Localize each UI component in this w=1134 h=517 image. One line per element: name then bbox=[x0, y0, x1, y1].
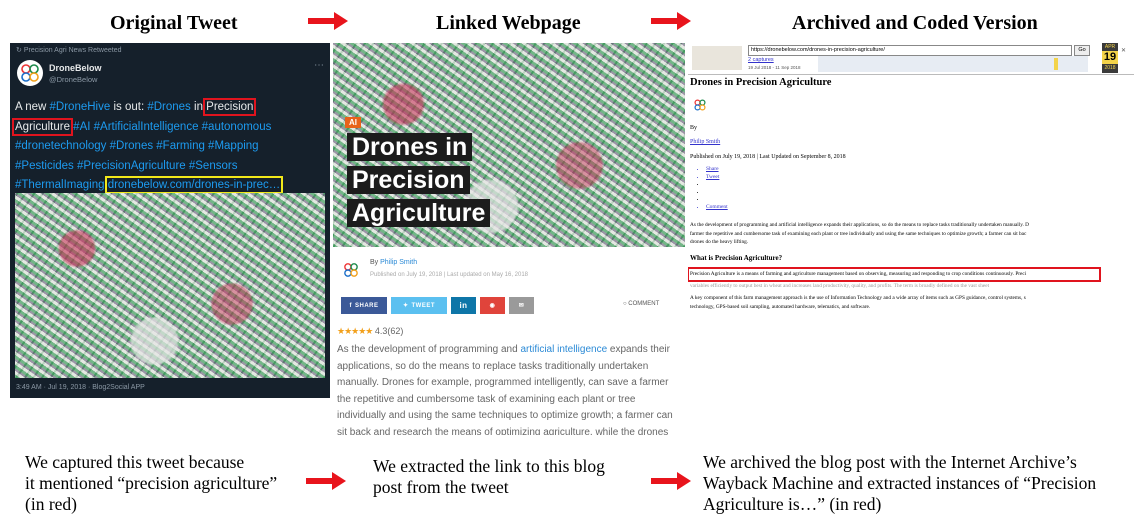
handle[interactable]: @DroneBelow bbox=[49, 75, 97, 84]
arrow-right-icon bbox=[651, 472, 691, 490]
header-linked-webpage: Linked Webpage bbox=[436, 12, 581, 34]
article-link[interactable]: dronebelow.com/drones-in-prec… bbox=[104, 176, 284, 194]
capture-dates: 19 Jul 2018 - 11 Sep 2018 bbox=[748, 65, 801, 70]
pinterest-share-button[interactable]: ◉ bbox=[480, 297, 505, 314]
ai-link[interactable]: artificial intelligence bbox=[520, 344, 607, 355]
hashtag-link[interactable]: #DroneHive bbox=[50, 101, 111, 113]
archive-subheading: What is Precision Agriculture? bbox=[690, 254, 783, 262]
capture-timeline[interactable] bbox=[818, 56, 1088, 72]
hashtag-link[interactable]: #AI #ArtificialIntelligence #autonomous bbox=[73, 121, 271, 133]
linkedin-icon: in bbox=[459, 301, 468, 310]
byline: By Philip Smith bbox=[370, 259, 418, 266]
twitter-share-button[interactable]: ✦ TWEET bbox=[391, 297, 447, 314]
tweet-text: A new #DroneHive is out: #Drones in Prec… bbox=[12, 98, 284, 196]
tweet-line-1: A new #DroneHive is out: #Drones in Prec… bbox=[15, 98, 257, 116]
calendar-widget[interactable]: APR 19 2018 bbox=[1102, 43, 1118, 73]
tweet-timestamp: 3:49 AM · Jul 19, 2018 · Blog2Social APP bbox=[16, 384, 145, 391]
linkedin-share-button[interactable]: in bbox=[451, 297, 476, 314]
archive-screenshot: https://dronebelow.com/drones-in-precisi… bbox=[688, 43, 1134, 313]
capture-marker bbox=[1054, 58, 1058, 70]
twitter-icon: ✦ bbox=[402, 303, 409, 309]
retweet-indicator: ↻ Precision Agri News Retweeted bbox=[16, 47, 122, 54]
share-list-item[interactable] bbox=[706, 181, 728, 189]
share-list-item[interactable]: Share bbox=[706, 166, 728, 174]
wayback-go-button[interactable]: Go bbox=[1074, 45, 1090, 56]
hashtag-link[interactable]: #Drones bbox=[147, 101, 190, 113]
header-original-tweet: Original Tweet bbox=[110, 12, 238, 34]
webpage-screenshot: AI Drones in Precision Agriculture By Ph… bbox=[333, 43, 685, 435]
wayback-logo-icon bbox=[692, 46, 742, 70]
precision-highlight: Precision bbox=[203, 98, 257, 116]
caption-archive: We archived the blog post with the Inter… bbox=[703, 452, 1097, 514]
more-options-icon[interactable]: ⋯ bbox=[314, 60, 324, 71]
avatar[interactable] bbox=[17, 60, 43, 86]
share-list-item[interactable]: Tweet bbox=[706, 174, 728, 182]
caption-webpage: We extracted the link to this blog post … bbox=[373, 456, 605, 497]
archive-author-link[interactable]: Philip Smith bbox=[690, 139, 720, 145]
article-body: As the development of programming and ar… bbox=[337, 344, 673, 435]
drone-logo-icon bbox=[21, 64, 39, 82]
facebook-share-button[interactable]: f SHARE bbox=[341, 297, 387, 314]
facebook-icon: f bbox=[349, 302, 352, 309]
wayback-toolbar: https://dronebelow.com/drones-in-precisi… bbox=[688, 43, 1134, 75]
email-icon: ✉ bbox=[518, 303, 525, 309]
tweet-line-3[interactable]: #dronetechnology #Drones #Farming #Mappi… bbox=[15, 137, 280, 157]
share-list-item[interactable] bbox=[706, 196, 728, 204]
arrow-right-icon bbox=[306, 472, 346, 490]
header-archived-version: Archived and Coded Version bbox=[792, 12, 1038, 34]
tweet-screenshot: ↻ Precision Agri News Retweeted DroneBel… bbox=[10, 43, 330, 398]
display-name[interactable]: DroneBelow bbox=[49, 63, 102, 73]
rating[interactable]: ★★★★★ 4.3(62) bbox=[337, 326, 403, 337]
wayback-url-input[interactable]: https://dronebelow.com/drones-in-precisi… bbox=[748, 45, 1072, 56]
site-logo-icon bbox=[344, 263, 358, 277]
archive-paragraph-1: As the development of programming and ar… bbox=[690, 222, 1029, 245]
site-logo-icon bbox=[694, 99, 706, 111]
archive-share-list: Share Tweet Comment bbox=[694, 166, 728, 212]
precision-agriculture-is-highlight: Precision Agriculture is a means of farm… bbox=[688, 267, 1101, 282]
close-icon[interactable]: ✕ bbox=[1121, 47, 1126, 54]
share-list-item[interactable] bbox=[706, 189, 728, 197]
agriculture-highlight: Agriculture bbox=[12, 117, 73, 136]
rating-value: 4.3(62) bbox=[374, 326, 404, 336]
archive-by-label: By bbox=[690, 125, 698, 131]
captures-link[interactable]: 2 captures bbox=[748, 57, 774, 63]
archive-title: Drones in Precision Agriculture bbox=[690, 77, 832, 88]
star-rating-icon: ★★★★★ bbox=[337, 326, 373, 336]
publish-date: Published on July 19, 2018 | Last update… bbox=[370, 272, 529, 278]
email-share-button[interactable]: ✉ bbox=[509, 297, 534, 314]
archive-publish-date: Published on July 19, 2018 | Last Update… bbox=[690, 154, 846, 160]
archive-paragraph-3: A key component of this farm management … bbox=[690, 295, 1026, 310]
tweet-line-2: Agriculture #AI #ArtificialIntelligence … bbox=[12, 117, 280, 138]
tweet-line-4[interactable]: #Pesticides #PrecisionAgriculture #Senso… bbox=[15, 157, 280, 177]
comment-button[interactable]: ○ COMMENT bbox=[623, 301, 659, 307]
archive-paragraph-2: Precision Agriculture is a means of farm… bbox=[688, 267, 1101, 291]
pinterest-icon: ◉ bbox=[489, 303, 496, 309]
hero-title: Drones in Precision Agriculture bbox=[347, 131, 491, 230]
retweet-icon: ↻ bbox=[16, 47, 22, 54]
tweet-aerial-photo[interactable] bbox=[15, 193, 325, 378]
arrow-right-icon bbox=[651, 12, 691, 30]
arrow-right-icon bbox=[308, 12, 348, 30]
category-badge[interactable]: AI bbox=[345, 117, 361, 128]
hashtag-link[interactable]: #ThermalImaging bbox=[15, 179, 104, 191]
author-link[interactable]: Philip Smith bbox=[380, 259, 417, 266]
caption-tweet: We captured this tweet because it mentio… bbox=[25, 452, 278, 514]
comment-icon: ○ bbox=[623, 301, 627, 307]
share-list-item[interactable]: Comment bbox=[706, 204, 728, 212]
